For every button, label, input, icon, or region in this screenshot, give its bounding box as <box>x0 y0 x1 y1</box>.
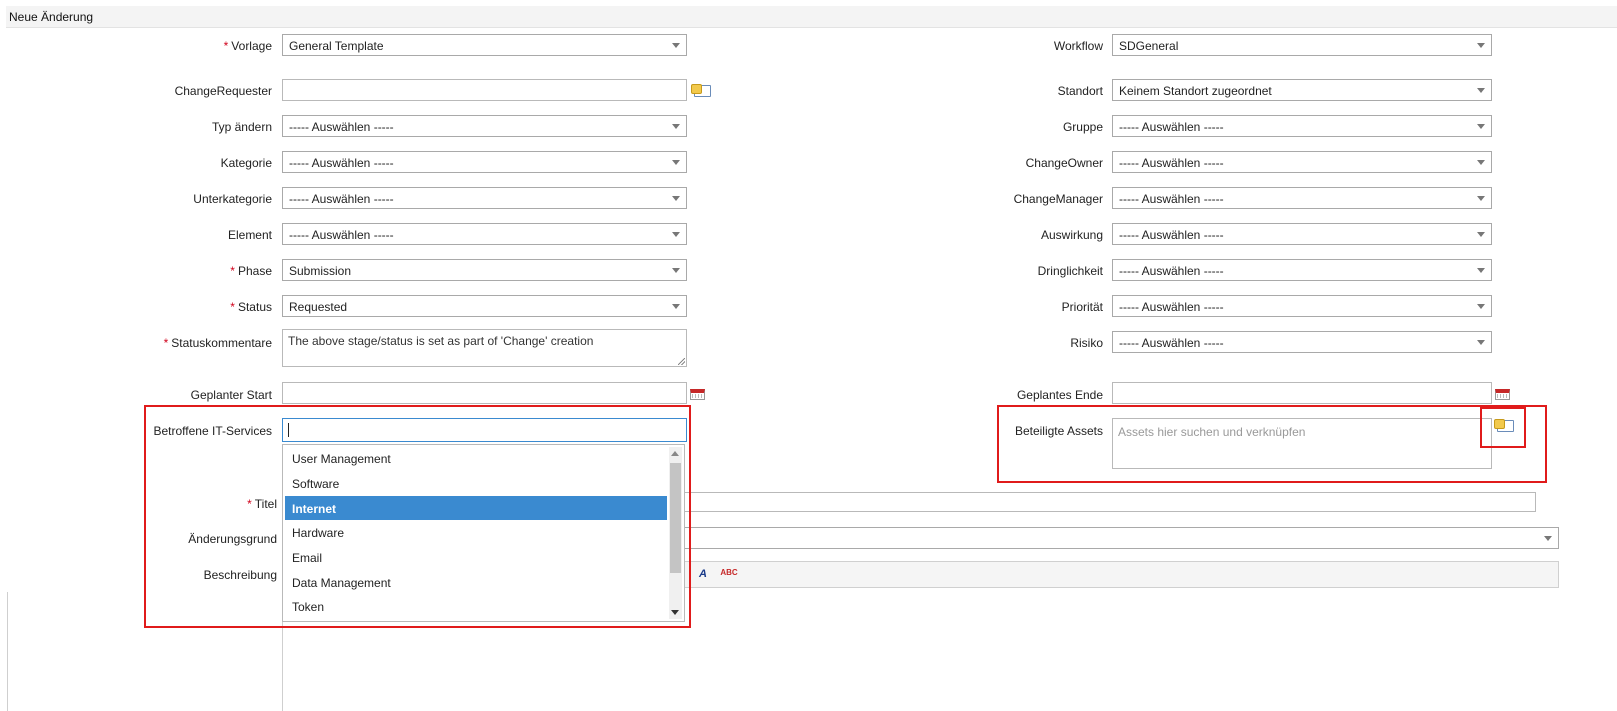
calendar-icon[interactable] <box>690 389 705 400</box>
auswirkung-select[interactable]: ----- Auswählen ----- <box>1112 223 1492 245</box>
element-select[interactable]: ----- Auswählen ----- <box>282 223 687 245</box>
chevron-down-icon <box>1477 196 1485 201</box>
typ-select[interactable]: ----- Auswählen ----- <box>282 115 687 137</box>
label-workflow: Workflow <box>1053 39 1103 53</box>
label-gruppe: Gruppe <box>1062 120 1103 134</box>
label-standort: Standort <box>1057 84 1103 98</box>
geplanter-start-input[interactable] <box>282 382 687 404</box>
label-statuskommentare: * Statuskommentare <box>163 336 272 350</box>
label-status: * Status <box>230 300 272 314</box>
label-vorlage: * Vorlage <box>223 39 272 53</box>
annotation-box-assets-icon <box>1480 407 1526 448</box>
chevron-down-icon <box>1477 160 1485 165</box>
label-typ: Typ ändern <box>211 120 272 134</box>
unterkategorie-select[interactable]: ----- Auswählen ----- <box>282 187 687 209</box>
statuskommentare-textarea[interactable]: The above stage/status is set as part of… <box>282 329 687 367</box>
prioritaet-select[interactable]: ----- Auswählen ----- <box>1112 295 1492 317</box>
label-auswirkung: Auswirkung <box>1040 228 1103 242</box>
changeowner-select[interactable]: ----- Auswählen ----- <box>1112 151 1492 173</box>
label-changeowner: ChangeOwner <box>1025 156 1103 170</box>
label-prioritaet: Priorität <box>1061 300 1103 314</box>
label-element: Element <box>227 228 272 242</box>
label-geplantes-ende: Geplantes Ende <box>1016 388 1103 402</box>
changerequester-input[interactable] <box>282 79 687 101</box>
dringlichkeit-select[interactable]: ----- Auswählen ----- <box>1112 259 1492 281</box>
annotation-box-services <box>144 405 691 628</box>
label-phase: * Phase <box>230 264 272 278</box>
geplantes-ende-input[interactable] <box>1112 382 1492 404</box>
font-color-icon[interactable]: A <box>692 565 714 585</box>
risiko-select[interactable]: ----- Auswählen ----- <box>1112 331 1492 353</box>
gruppe-select[interactable]: ----- Auswählen ----- <box>1112 115 1492 137</box>
chevron-down-icon <box>1477 304 1485 309</box>
workflow-select[interactable]: SDGeneral <box>1112 34 1492 56</box>
chevron-down-icon <box>672 232 680 237</box>
chevron-down-icon <box>1544 536 1552 541</box>
chevron-down-icon <box>1477 124 1485 129</box>
label-risiko: Risiko <box>1070 336 1103 350</box>
calendar-icon[interactable] <box>1495 389 1510 400</box>
label-unterkategorie: Unterkategorie <box>193 192 272 206</box>
chevron-down-icon <box>1477 268 1485 273</box>
vorlage-select[interactable]: General Template <box>282 34 687 56</box>
chevron-down-icon <box>672 43 680 48</box>
chevron-down-icon <box>1477 43 1485 48</box>
annotation-box-assets <box>997 405 1547 483</box>
chevron-down-icon <box>672 268 680 273</box>
left-divider <box>7 592 8 711</box>
kategorie-select[interactable]: ----- Auswählen ----- <box>282 151 687 173</box>
spellcheck-icon[interactable]: ABC <box>718 565 740 585</box>
chevron-down-icon <box>672 124 680 129</box>
select-requester-icon[interactable] <box>691 84 711 97</box>
chevron-down-icon <box>672 196 680 201</box>
label-geplanter-start: Geplanter Start <box>190 388 272 402</box>
label-changemanager: ChangeManager <box>1013 192 1103 206</box>
label-dringlichkeit: Dringlichkeit <box>1037 264 1103 278</box>
resize-grip[interactable] <box>678 358 685 365</box>
chevron-down-icon <box>1477 88 1485 93</box>
status-select[interactable]: Requested <box>282 295 687 317</box>
label-kategorie: Kategorie <box>220 156 272 170</box>
chevron-down-icon <box>672 160 680 165</box>
page-title: Neue Änderung <box>9 10 94 24</box>
phase-select[interactable]: Submission <box>282 259 687 281</box>
label-changerequester: ChangeRequester <box>174 84 272 98</box>
standort-select[interactable]: Keinem Standort zugeordnet <box>1112 79 1492 101</box>
chevron-down-icon <box>1477 232 1485 237</box>
page-header: Neue Änderung <box>6 6 1617 28</box>
chevron-down-icon <box>1477 340 1485 345</box>
chevron-down-icon <box>672 304 680 309</box>
changemanager-select[interactable]: ----- Auswählen ----- <box>1112 187 1492 209</box>
